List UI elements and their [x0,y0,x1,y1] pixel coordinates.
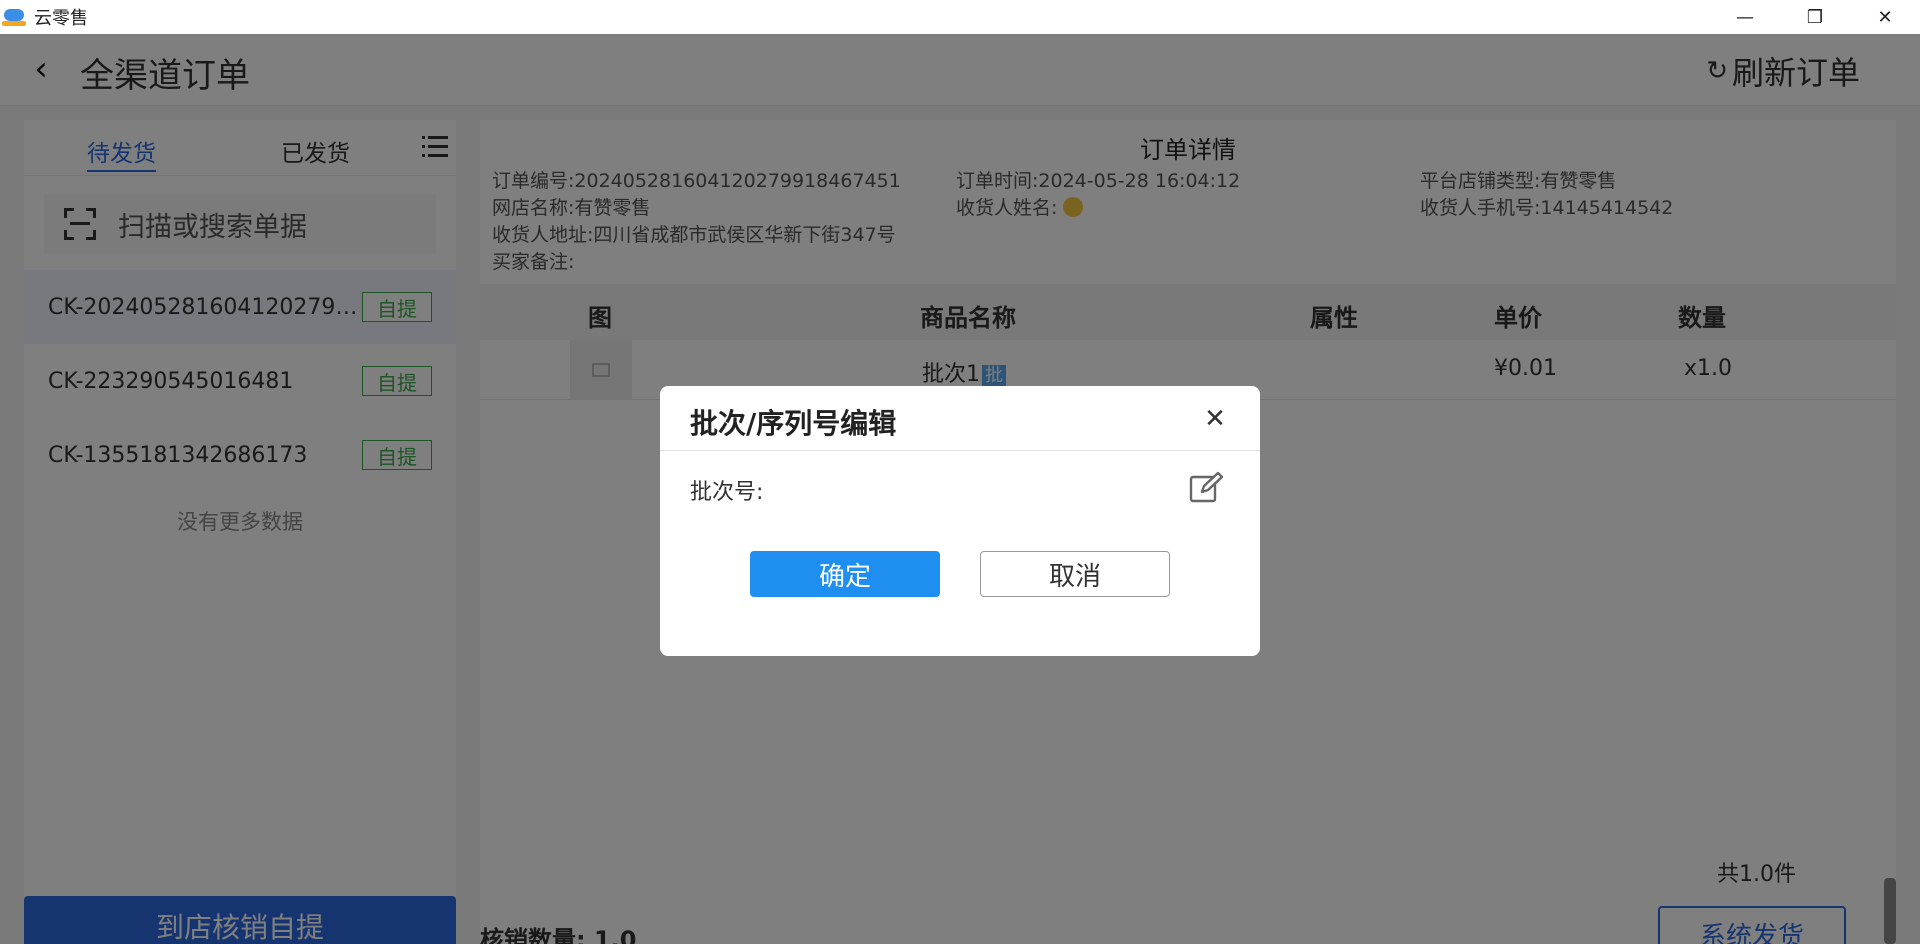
confirm-button[interactable]: 确定 [750,551,940,597]
minimize-icon[interactable]: — [1710,0,1780,34]
dialog-divider [660,450,1260,451]
dialog-title: 批次/序列号编辑 [690,407,897,440]
app-logo-icon [2,6,28,28]
title-bar: 云零售 — ❐ ✕ [0,0,1920,34]
edit-icon[interactable] [1188,470,1224,506]
close-window-icon[interactable]: ✕ [1850,0,1920,34]
close-icon[interactable]: ✕ [1200,404,1230,434]
app-title: 云零售 [34,8,88,29]
window-controls: — ❐ ✕ [1710,0,1920,34]
cancel-button[interactable]: 取消 [980,551,1170,597]
batch-number-label: 批次号: [690,480,764,505]
maximize-icon[interactable]: ❐ [1780,0,1850,34]
batch-edit-dialog: 批次/序列号编辑 ✕ 批次号: 确定 取消 [660,386,1260,656]
